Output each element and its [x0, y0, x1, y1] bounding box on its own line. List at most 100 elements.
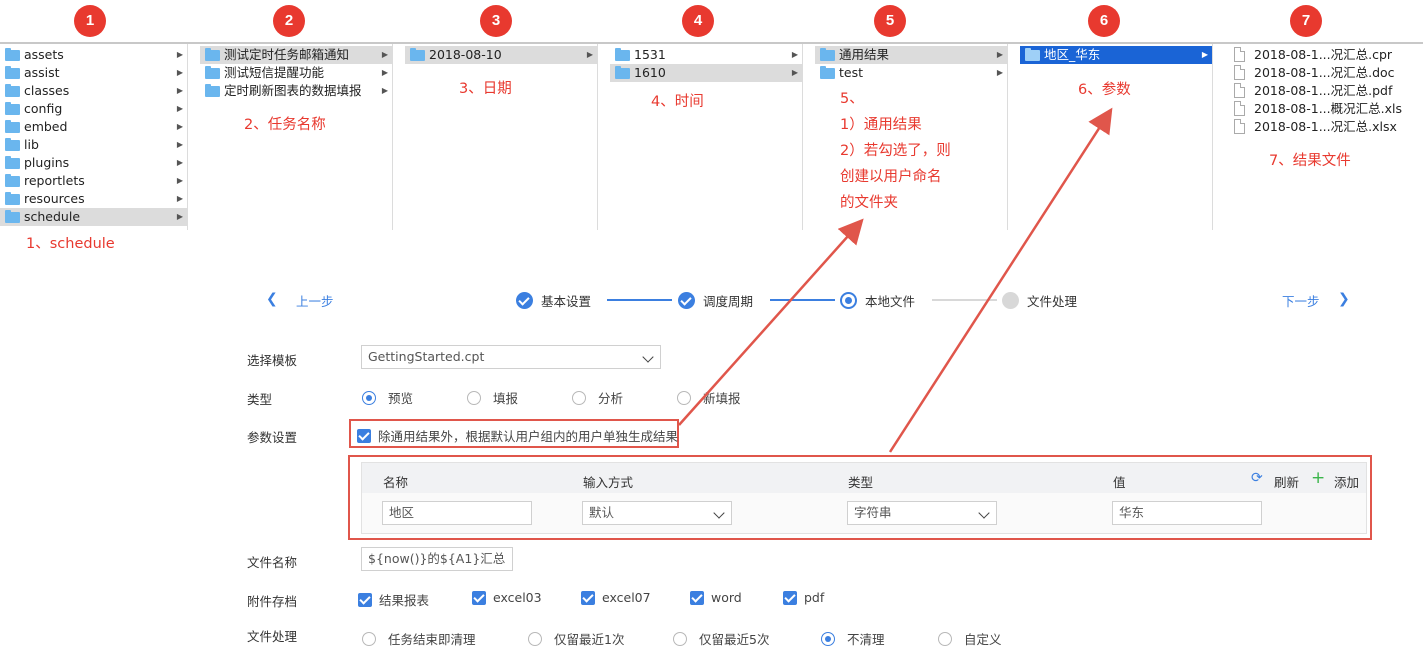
folder-row-selected[interactable]: 地区_华东 ▶	[1020, 46, 1212, 64]
folder-row[interactable]: 1531 ▶	[610, 46, 802, 64]
chevron-right-icon: ▶	[996, 68, 1003, 77]
folder-row-selected[interactable]: schedule ▶	[0, 208, 187, 226]
annotation-time: 4、时间	[651, 94, 704, 110]
param-type-select[interactable]: 字符串	[847, 501, 997, 525]
type-option-preview[interactable]: 预览	[362, 388, 413, 407]
folder-row-selected[interactable]: 2018-08-10 ▶	[405, 46, 597, 64]
folder-row[interactable]: resources ▶	[0, 190, 187, 208]
folder-row[interactable]: assist ▶	[0, 64, 187, 82]
folder-row[interactable]: 定时刷新图表的数据填报 ▶	[200, 82, 392, 100]
process-option-custom[interactable]: 自定义	[938, 629, 1002, 648]
folder-row[interactable]: reportlets ▶	[0, 172, 187, 190]
folder-name: schedule	[24, 209, 81, 224]
folder-icon	[5, 138, 20, 151]
chevron-down-icon	[642, 351, 654, 363]
template-label: 选择模板	[247, 353, 298, 368]
folder-row[interactable]: config ▶	[0, 100, 187, 118]
folder-name: 2018-08-10	[429, 47, 502, 62]
folder-row[interactable]: 测试短信提醒功能 ▶	[200, 64, 392, 82]
radio-icon	[677, 390, 691, 405]
folder-icon	[5, 48, 20, 61]
param-input-select[interactable]: 默认	[582, 501, 732, 525]
checkbox-checked-icon	[357, 428, 371, 443]
finder-column-3: 2018-08-10 ▶	[405, 44, 598, 230]
prev-step-link[interactable]: 上一步	[296, 291, 334, 310]
option-label: 不清理	[847, 632, 885, 647]
refresh-button[interactable]: 刷新	[1274, 472, 1299, 491]
annotation-line: 的文件夹	[840, 195, 898, 211]
folder-name: assets	[24, 47, 64, 62]
folder-row[interactable]: test ▶	[815, 64, 1007, 82]
folder-row-selected[interactable]: 1610 ▶	[610, 64, 802, 82]
step-badge-4: 4	[682, 5, 714, 37]
folder-icon	[205, 66, 220, 79]
attach-option-word[interactable]: word	[690, 590, 742, 605]
folder-row-selected[interactable]: 测试定时任务邮箱通知 ▶	[200, 46, 392, 64]
folder-icon	[5, 66, 20, 79]
param-input-value: 默认	[589, 505, 615, 520]
type-option-fill[interactable]: 填报	[467, 388, 518, 407]
folder-name: 定时刷新图表的数据填报	[224, 83, 362, 98]
attach-option-excel03[interactable]: excel03	[472, 590, 542, 605]
next-step-link[interactable]: 下一步	[1282, 291, 1320, 310]
attach-option-excel07[interactable]: excel07	[581, 590, 651, 605]
folder-row[interactable]: classes ▶	[0, 82, 187, 100]
radio-checked-icon	[362, 390, 376, 405]
file-row[interactable]: 2018-08-1...况汇总.cpr	[1225, 46, 1423, 64]
folder-name: 通用结果	[839, 47, 890, 62]
process-option-keep-last-5[interactable]: 仅留最近5次	[673, 629, 769, 648]
folder-name: classes	[24, 83, 70, 98]
chevron-left-icon[interactable]: ❮	[266, 291, 278, 307]
folder-row[interactable]: assets ▶	[0, 46, 187, 64]
folder-row[interactable]: embed ▶	[0, 118, 187, 136]
param-table-header: 名称 输入方式 类型 值 ⟳ 刷新 + 添加	[362, 463, 1366, 493]
file-row[interactable]: 2018-08-1...概况汇总.xls	[1225, 100, 1423, 118]
template-select[interactable]: GettingStarted.cpt	[361, 345, 661, 369]
filename-value: ${now()}的${A1}汇总	[368, 551, 506, 566]
process-option-clean-on-finish[interactable]: 任务结束即清理	[362, 629, 476, 648]
chevron-right-icon: ▶	[791, 68, 798, 77]
plus-icon[interactable]: +	[1311, 468, 1325, 488]
filename-input[interactable]: ${now()}的${A1}汇总	[361, 547, 513, 571]
folder-row[interactable]: lib ▶	[0, 136, 187, 154]
type-option-analysis[interactable]: 分析	[572, 388, 623, 407]
process-option-keep-last-1[interactable]: 仅留最近1次	[528, 629, 624, 648]
folder-icon	[5, 102, 20, 115]
refresh-icon[interactable]: ⟳	[1251, 470, 1263, 486]
folder-row-selected[interactable]: 通用结果 ▶	[815, 46, 1007, 64]
folder-icon	[5, 156, 20, 169]
file-row[interactable]: 2018-08-1...况汇总.xlsx	[1225, 118, 1423, 136]
folder-icon	[205, 84, 220, 97]
folder-name: lib	[24, 137, 39, 152]
step-schedule-cycle[interactable]: 调度周期	[678, 291, 753, 310]
type-option-new-fill[interactable]: 新填报	[677, 388, 741, 407]
file-row[interactable]: 2018-08-1...况汇总.pdf	[1225, 82, 1423, 100]
option-label: 仅留最近5次	[699, 632, 770, 647]
param-value-input[interactable]: 华东	[1112, 501, 1262, 525]
folder-icon	[205, 48, 220, 61]
column-header-input: 输入方式	[583, 475, 634, 490]
folder-row[interactable]: plugins ▶	[0, 154, 187, 172]
step-badge-5: 5	[874, 5, 906, 37]
chevron-right-icon: ▶	[176, 86, 183, 95]
option-label: excel07	[602, 590, 651, 605]
folder-icon	[820, 48, 835, 61]
annotation-result-files: 7、结果文件	[1269, 153, 1351, 169]
add-button[interactable]: 添加	[1334, 472, 1359, 491]
step-connector	[607, 299, 672, 301]
param-name-input[interactable]: 地区	[382, 501, 532, 525]
step-local-file[interactable]: 本地文件	[840, 291, 915, 310]
attach-option-pdf[interactable]: pdf	[783, 590, 824, 605]
process-option-no-clean[interactable]: 不清理	[821, 629, 885, 648]
column-header-type: 类型	[848, 475, 874, 490]
step-basic-settings[interactable]: 基本设置	[516, 291, 591, 310]
annotation-line: 2）若勾选了，则	[840, 143, 951, 159]
file-row[interactable]: 2018-08-1...况汇总.doc	[1225, 64, 1423, 82]
annotation-date: 3、日期	[459, 81, 512, 97]
step-file-processing[interactable]: 文件处理	[1002, 291, 1077, 310]
chevron-right-icon[interactable]: ❯	[1338, 291, 1350, 307]
checkbox-checked-icon	[581, 590, 595, 605]
per-user-result-checkbox[interactable]: 除通用结果外，根据默认用户组内的用户单独生成结果	[357, 426, 678, 445]
chevron-right-icon: ▶	[176, 212, 183, 221]
attach-option-result-report[interactable]: 结果报表	[358, 590, 429, 609]
